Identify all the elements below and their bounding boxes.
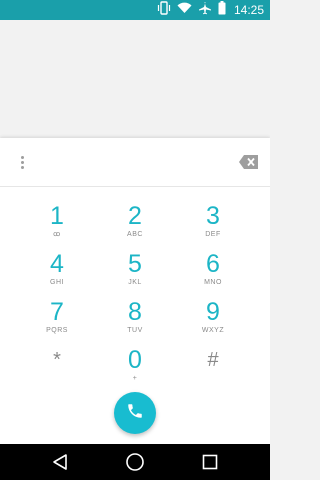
key-letters: TUV [127, 327, 143, 334]
dialer-content-area [0, 20, 270, 138]
digits-row [0, 138, 270, 187]
phone-icon [126, 402, 144, 425]
key-digit: 8 [128, 298, 142, 326]
call-button[interactable] [114, 392, 156, 434]
key-letters: ABC [127, 231, 143, 238]
dialpad-key-5[interactable]: 5 JKL [100, 250, 170, 302]
key-digit: 6 [206, 250, 220, 278]
dialpad-key-6[interactable]: 6 MNO [178, 250, 248, 302]
airplane-icon [198, 1, 212, 20]
dialpad-key-9[interactable]: 9 WXYZ [178, 298, 248, 350]
battery-icon [218, 0, 226, 20]
key-digit: 5 [128, 250, 142, 278]
key-letters: DEF [205, 231, 221, 238]
dialpad-key-0[interactable]: 0 + [100, 346, 170, 398]
dialpad-key-7[interactable]: 7 PQRS [22, 298, 92, 350]
home-icon[interactable] [123, 450, 147, 474]
key-letters: WXYZ [201, 327, 225, 334]
status-bar: 14:25 [0, 0, 270, 20]
navigation-bar [0, 444, 270, 480]
key-digit: 2 [128, 202, 142, 230]
status-icons: 14:25 [157, 0, 264, 20]
dialpad-key-1[interactable]: 1 ꝏ [22, 202, 92, 254]
recents-icon[interactable] [198, 450, 222, 474]
dialpad-key-2[interactable]: 2 ABC [100, 202, 170, 254]
dialpad-panel: 1 ꝏ 2 ABC 3 DEF 4 GHI 5 JKL 6 MNO 7 PQRS [0, 138, 270, 444]
key-letters: ꝏ [53, 231, 61, 238]
key-digit: 1 [50, 202, 64, 230]
backspace-icon[interactable] [238, 152, 260, 172]
back-icon[interactable] [48, 450, 72, 474]
dialer-screen: 14:25 1 ꝏ 2 ABC 3 DEF 4 GHI 5 JKL 6 MNO … [0, 0, 270, 480]
key-digit: * [53, 349, 61, 371]
key-digit: 7 [50, 298, 64, 326]
dialpad-key-8[interactable]: 8 TUV [100, 298, 170, 350]
vibrate-icon [157, 0, 171, 20]
key-digit: 0 [128, 346, 142, 374]
key-digit: 4 [50, 250, 64, 278]
key-digit: 9 [206, 298, 220, 326]
dialpad-key-pound[interactable]: # [178, 346, 248, 398]
key-letters: JKL [128, 279, 142, 286]
dialpad-key-3[interactable]: 3 DEF [178, 202, 248, 254]
key-letters: + [132, 375, 138, 382]
wifi-icon [177, 1, 192, 19]
key-digit: # [207, 349, 219, 371]
overflow-menu-icon[interactable] [10, 150, 34, 174]
status-time: 14:25 [233, 3, 264, 17]
key-letters: PQRS [46, 327, 68, 334]
dialpad-key-4[interactable]: 4 GHI [22, 250, 92, 302]
key-letters: MNO [204, 279, 222, 286]
dialpad-key-star[interactable]: * [22, 346, 92, 398]
key-digit: 3 [206, 202, 220, 230]
key-letters: GHI [50, 279, 64, 286]
